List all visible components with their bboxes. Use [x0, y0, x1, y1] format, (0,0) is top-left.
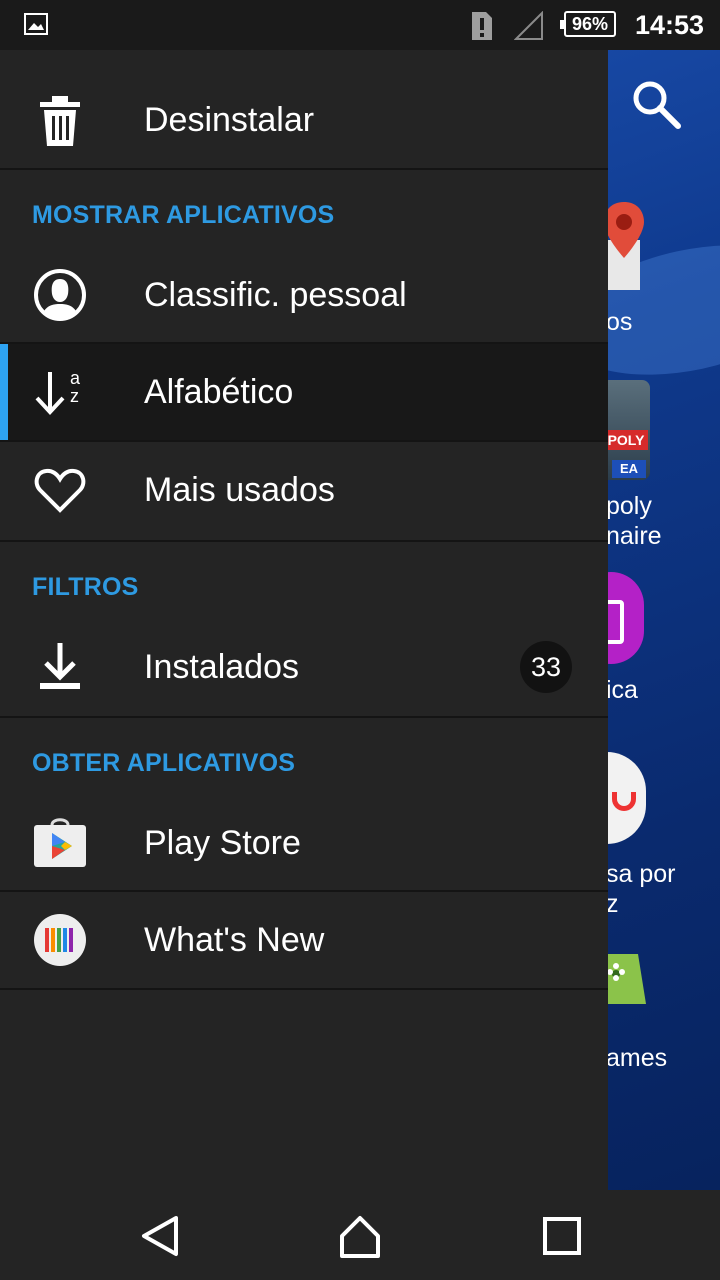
signal-icon: [514, 11, 543, 40]
ea-logo: EA: [612, 460, 646, 478]
person-icon: [34, 269, 86, 321]
sim-alert-icon: [472, 12, 492, 40]
divider: [0, 988, 608, 990]
navigation-bar: [0, 1190, 720, 1280]
search-icon[interactable]: [628, 76, 684, 132]
sort-personal-item[interactable]: Classific. pessoal: [0, 247, 608, 343]
app-label-fragment: naire: [606, 522, 662, 550]
battery-icon: 96%: [560, 11, 616, 37]
section-filters: FILTROS: [32, 573, 139, 601]
whats-new-label: What's New: [144, 921, 325, 959]
whats-new-icon: [34, 914, 86, 966]
app-label-fragment: ames: [606, 1044, 668, 1072]
download-icon: [40, 643, 80, 689]
section-show-apps: MOSTRAR APLICATIVOS: [32, 201, 335, 229]
divider: [0, 540, 608, 542]
back-icon[interactable]: [136, 1212, 184, 1260]
navigation-drawer: Desinstalar MOSTRAR APLICATIVOS Classifi…: [0, 50, 608, 1190]
sort-most-used-label: Mais usados: [144, 471, 335, 509]
section-get-apps: OBTER APLICATIVOS: [32, 749, 296, 777]
clock: 14:53: [634, 10, 704, 40]
sort-az-icon: a z: [35, 368, 81, 415]
sort-personal-label: Classific. pessoal: [144, 276, 407, 314]
status-bar: 96% 14:53: [0, 0, 720, 50]
filter-installed-label: Instalados: [144, 648, 299, 686]
gallery-notification-icon: [24, 13, 48, 35]
installed-count-badge: 33: [520, 641, 572, 693]
heart-icon: [34, 468, 86, 513]
recents-icon[interactable]: [538, 1212, 586, 1260]
divider: [0, 168, 608, 170]
home-icon[interactable]: [336, 1212, 384, 1260]
filter-installed-item[interactable]: Instalados 33: [0, 619, 608, 715]
monopoly-banner: POLY: [604, 430, 648, 450]
sort-alphabetic-label: Alfabético: [144, 373, 294, 411]
whats-new-item[interactable]: What's New: [0, 892, 608, 988]
svg-text:z: z: [70, 386, 79, 406]
voice-glyph: [612, 792, 636, 811]
uninstall-item[interactable]: Desinstalar: [0, 72, 608, 168]
app-label-fragment: sa por: [606, 860, 676, 888]
trash-icon: [40, 96, 80, 146]
play-store-label: Play Store: [144, 824, 301, 862]
play-store-icon: [34, 818, 86, 867]
sort-most-used-item[interactable]: Mais usados: [0, 442, 608, 538]
sort-alphabetic-item[interactable]: a z Alfabético: [0, 344, 608, 440]
divider: [0, 716, 608, 718]
svg-text:a: a: [70, 368, 81, 388]
uninstall-label: Desinstalar: [144, 101, 315, 139]
play-store-item[interactable]: Play Store: [0, 795, 608, 891]
app-label-fragment: ica: [606, 676, 638, 704]
app-label-fragment: os: [606, 308, 633, 336]
app-label-fragment: poly: [606, 492, 652, 520]
